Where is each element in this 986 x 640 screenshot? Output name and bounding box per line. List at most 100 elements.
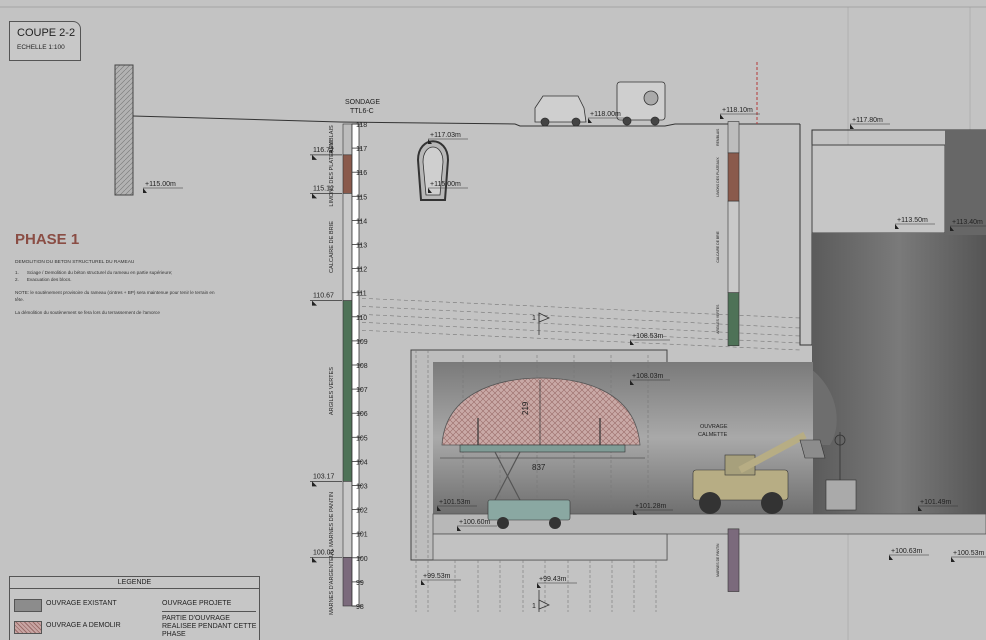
depth-tick-label: 114: [356, 218, 367, 225]
depth-tick-label: 103: [356, 484, 368, 491]
car-icon: [534, 95, 587, 127]
depth-tick-label: 100: [356, 556, 368, 563]
elevation-label: +115.00m: [145, 181, 176, 188]
stratum-elevation: 115.12: [313, 185, 334, 192]
elevation-label: +101.49m: [920, 499, 951, 506]
borehole-stratum: [727, 292, 740, 347]
depth-tick-label: 104: [356, 459, 368, 466]
sondage-label: SONDAGE: [345, 99, 380, 106]
elevation-label: +101.28m: [635, 503, 666, 510]
borehole-stratum: [342, 481, 353, 558]
elevation-label: +117.03m: [430, 132, 461, 139]
span-dimension-label: 837: [532, 463, 546, 472]
arch-height-label: 219: [521, 401, 530, 415]
stratum-name: LIMONS DES PLATEAUX: [716, 157, 720, 197]
borehole-stratum: [342, 557, 353, 607]
section-marker-top-label: 1: [532, 315, 536, 322]
borehole-stratum: [342, 123, 353, 156]
elevation-label: +108.53m: [632, 333, 663, 340]
section-marker-bottom-label: 1: [532, 603, 536, 610]
depth-tick-label: 111: [356, 291, 367, 298]
stratum-elevation: 110.67: [313, 293, 334, 300]
notes-step-1: 1. Sciage / Demolition du béton structur…: [15, 270, 215, 277]
legend-swatch-demolir: [14, 621, 42, 634]
borehole-left: [342, 123, 353, 607]
elevation-label: +113.50m: [897, 217, 928, 224]
notes-step-text: Evacuation des blocs.: [26, 277, 72, 283]
tunnel-lower-slab: [432, 533, 668, 561]
title-block: COUPE 2-2 ECHELLE 1:100: [9, 21, 81, 61]
legend-title: LEGENDE: [10, 577, 259, 589]
elevation-label: +101.53m: [439, 499, 470, 506]
depth-tick-label: 116: [356, 170, 367, 177]
borehole-stratum: [342, 193, 353, 301]
ground-surface-line: [132, 115, 800, 127]
elevation-label: +113.40m: [952, 219, 983, 226]
borehole-stratum: [727, 528, 740, 592]
elevation-label: +100.60m: [459, 519, 490, 526]
elevation-label: +115.00m: [430, 181, 461, 188]
ouvrage-label-1: OUVRAGE: [700, 424, 728, 430]
suv-icon: [616, 81, 666, 126]
depth-tick-label: 118: [356, 122, 367, 129]
depth-tick-label: 112: [356, 267, 367, 274]
phase-notes: DEMOLITION DU BETON STRUCTUREL DU RAMEAU…: [15, 259, 215, 317]
elevation-label: +108.03m: [632, 373, 663, 380]
legend-label-demolir: OUVRAGE A DEMOLIR: [46, 622, 121, 629]
borehole-stratum: [727, 200, 740, 293]
elevation-label: +99.43m: [539, 576, 567, 583]
depth-tick-label: 101: [356, 532, 368, 539]
borehole-stratum: [342, 154, 353, 194]
sondage-id: TTL6-C: [350, 108, 374, 115]
depth-tick-label: 108: [356, 363, 368, 370]
ouvrage-label-2: CALMETTE: [698, 432, 728, 438]
drawing-title: COUPE 2-2: [17, 27, 76, 39]
notes-heading: DEMOLITION DU BETON STRUCTUREL DU RAMEAU: [15, 260, 135, 265]
depth-tick-label: 102: [356, 508, 368, 515]
notes-step-num: 2.: [15, 277, 19, 283]
borehole-stratum: [342, 300, 353, 482]
depth-tick-label: 105: [356, 435, 368, 442]
depth-tick-label: 106: [356, 411, 368, 418]
stratum-name: ARGILES VERTES: [716, 304, 720, 334]
depth-tick-label: 115: [356, 194, 367, 201]
elevation-label: +100.53m: [953, 550, 984, 557]
legend-swatch-existant: [14, 599, 42, 612]
stratum-name: MARNES DE PANTIN: [716, 543, 720, 577]
depth-tick-label: 113: [356, 243, 367, 250]
borehole-stratum: [727, 121, 740, 154]
stratum-elevation: 103.17: [313, 473, 335, 480]
elevation-label: +117.80m: [852, 117, 883, 124]
legend-label-projete: OUVRAGE PROJETE: [162, 600, 232, 607]
notes-step-text: Sciage / Demolition du béton structurel …: [26, 270, 173, 276]
stratum-name: MARNES D'ARGENTEUIL: [329, 548, 335, 614]
left-wall-hatched: [114, 64, 134, 196]
stratum-name: REMBLAIS: [716, 128, 720, 146]
existing-structure-right: [812, 233, 986, 515]
depth-tick-label: 109: [356, 339, 368, 346]
notes-note-1: NOTE: le soutènement provisoire du ramea…: [15, 289, 215, 302]
elevation-label: +118.00m: [590, 111, 621, 118]
notes-step-2: 2. Evacuation des blocs.: [15, 277, 215, 284]
strata-labels-left: REMBLAIS116.72LIMONS DES PLATEAUX115.12C…: [310, 125, 342, 615]
elevation-label: +118.10m: [722, 107, 753, 114]
depth-tick-label: 107: [356, 387, 368, 394]
elevation-label: +99.53m: [423, 573, 451, 580]
depth-tick-label: 99: [356, 580, 364, 587]
stratum-name: CALCAIRE DE BRIE: [716, 230, 720, 262]
notes-note-2: La démolition du soutènement se fera lor…: [15, 309, 160, 315]
depth-scale: 118 117 116 115 114 113 112 111 110 109 108 107 106 1…: [351, 122, 368, 611]
drawing-scale: ECHELLE 1:100: [17, 44, 65, 51]
depth-tick-label: 117: [356, 146, 367, 153]
section-marker-bottom: [538, 590, 550, 612]
stratum-name: ARGILES VERTES: [329, 367, 335, 415]
legend-box: LEGENDE OUVRAGE EXISTANT OUVRAGE A DEMOL…: [9, 576, 260, 640]
drawing-sheet: 219 837 OUVRAGE CALMETTE 1 1 118 117 116…: [0, 0, 986, 640]
section-marker-top: [538, 312, 550, 335]
notes-step-num: 1.: [15, 270, 19, 276]
cross-section-drawing: 219 837 OUVRAGE CALMETTE 1 1 11811711611…: [0, 6, 986, 640]
phase-title: PHASE 1: [15, 231, 80, 248]
stratum-name: LIMONS DES PLATEAUX: [329, 141, 335, 206]
legend-projete-line: [162, 611, 256, 612]
borehole-stratum: [727, 152, 740, 202]
